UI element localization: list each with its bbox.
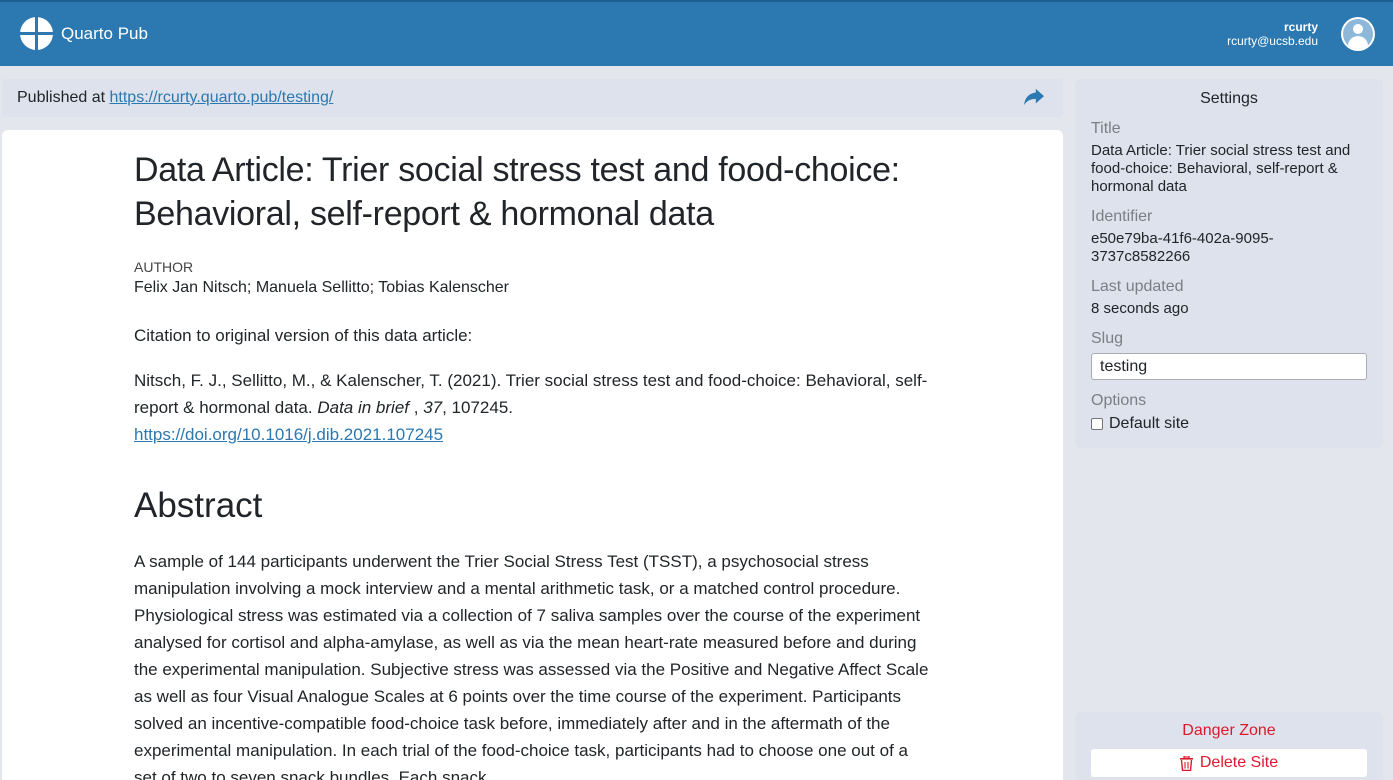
default-site-label: Default site — [1109, 415, 1190, 432]
user-email: rcurty@ucsb.edu — [1227, 34, 1318, 48]
last-updated-label: Last updated — [1091, 278, 1184, 295]
settings-heading: Settings — [1200, 90, 1258, 107]
citation-text: Nitsch, F. J., Sellitto, M., & Kalensche… — [134, 371, 928, 417]
identifier-value: e50e79ba-41f6-402a-9095-3737c8582266 — [1091, 230, 1274, 265]
citation-intro: Citation to original version of this dat… — [134, 326, 473, 345]
quarto-logo-icon — [20, 17, 53, 50]
options-label: Options — [1091, 392, 1147, 409]
user-info[interactable]: rcurty rcurty@ucsb.edu — [1227, 20, 1318, 48]
citation-volume: 37 — [423, 398, 443, 417]
published-bar: Published at https://rcurty.quarto.pub/t… — [2, 79, 1063, 117]
title-label: Title — [1091, 120, 1121, 137]
delete-site-label: Delete Site — [1199, 754, 1279, 771]
slug-label: Slug — [1091, 330, 1124, 347]
abstract-heading: Abstract — [134, 486, 263, 525]
delete-site-button[interactable]: Delete Site — [1091, 749, 1367, 777]
citation-doi-link[interactable]: https://doi.org/10.1016/j.dib.2021.10724… — [134, 425, 443, 444]
citation-separator: , — [409, 398, 424, 417]
abstract-text: A sample of 144 participants underwent t… — [134, 552, 929, 780]
title-value: Data Article: Trier social stress test a… — [1091, 142, 1351, 195]
citation-journal: Data in brief — [317, 398, 410, 417]
danger-zone-panel: Danger Zone Delete Site — [1075, 712, 1383, 780]
article-content: Data Article: Trier social stress test a… — [2, 130, 1063, 780]
citation: Nitsch, F. J., Sellitto, M., & Kalensche… — [134, 367, 934, 448]
danger-zone-heading: Danger Zone — [1182, 722, 1276, 739]
published-url-link[interactable]: https://rcurty.quarto.pub/testing/ — [110, 89, 334, 106]
share-arrow-icon[interactable] — [1023, 87, 1045, 107]
last-updated-value: 8 seconds ago — [1091, 300, 1189, 317]
top-navbar: Quarto Pub rcurty rcurty@ucsb.edu — [0, 0, 1393, 66]
identifier-label: Identifier — [1091, 208, 1153, 225]
trash-icon — [1179, 755, 1193, 771]
author-label: AUTHOR — [134, 259, 194, 275]
default-site-option[interactable]: Default site — [1091, 415, 1189, 433]
slug-input[interactable] — [1091, 353, 1367, 380]
default-site-checkbox[interactable] — [1091, 418, 1103, 430]
published-text: Published at https://rcurty.quarto.pub/t… — [17, 89, 333, 107]
author-names: Felix Jan Nitsch; Manuela Sellitto; Tobi… — [134, 279, 509, 296]
app-name: Quarto Pub — [61, 23, 148, 43]
citation-page: , 107245. — [442, 398, 514, 417]
article-title: Data Article: Trier social stress test a… — [134, 151, 900, 233]
published-prefix: Published at — [17, 89, 106, 106]
article: Data Article: Trier social stress test a… — [134, 148, 934, 780]
user-avatar-icon[interactable] — [1341, 17, 1375, 51]
brand[interactable]: Quarto Pub — [20, 17, 148, 50]
settings-panel: Settings Title Data Article: Trier socia… — [1075, 79, 1383, 448]
user-name: rcurty — [1283, 20, 1318, 34]
